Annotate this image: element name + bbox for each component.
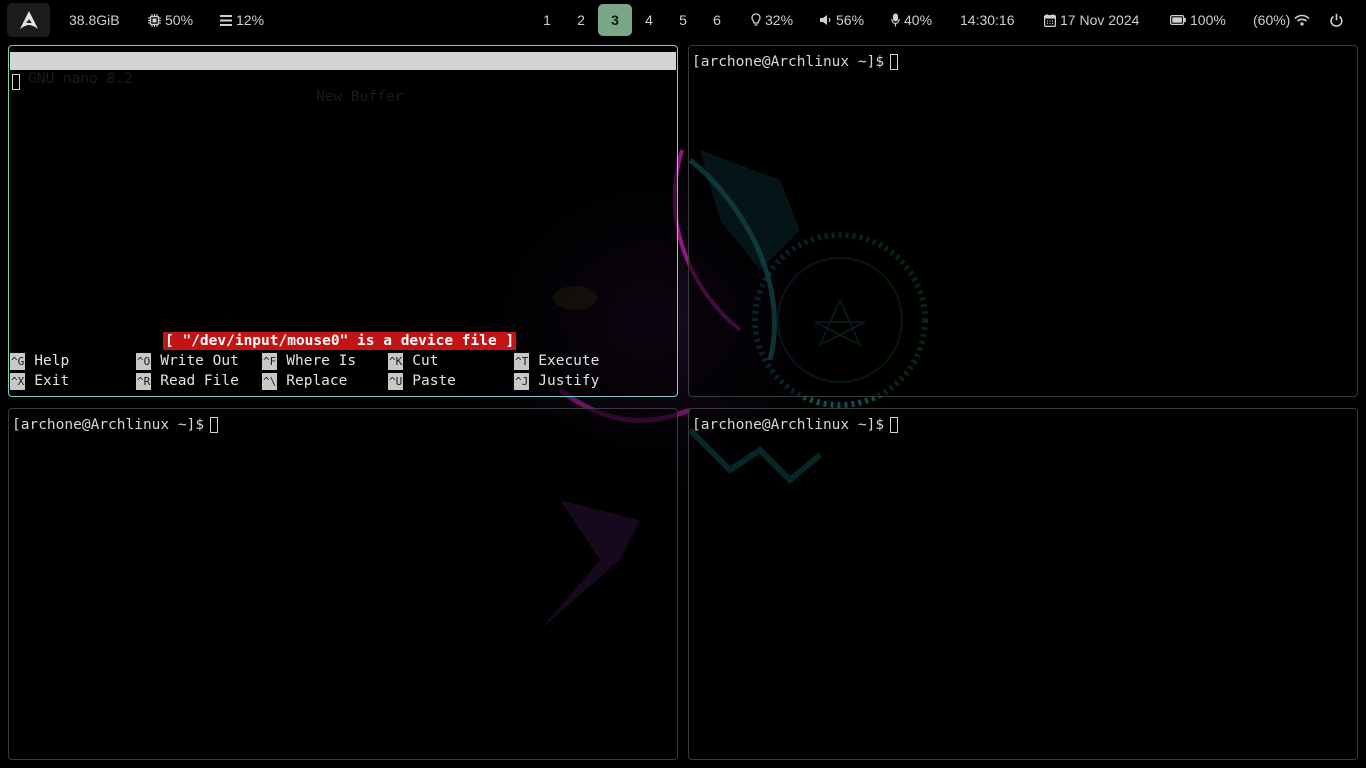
shortcut-key: ^R	[136, 372, 152, 390]
workspace-1[interactable]: 1	[530, 4, 564, 36]
disk-usage-value: 38.8GiB	[69, 12, 120, 28]
memory-usage: 12%	[220, 0, 264, 40]
volume-control[interactable]: 56%	[819, 0, 864, 40]
shell-prompt: [archone@Archlinux ~]$	[692, 417, 899, 433]
shortcut-key: ^X	[10, 372, 26, 390]
volume-value: 56%	[836, 12, 865, 28]
cpu-usage-value: 50%	[165, 12, 194, 28]
battery-value: 100%	[1190, 12, 1226, 28]
shortcut-key: ^U	[388, 372, 404, 390]
power-button[interactable]	[1329, 0, 1344, 40]
shortcut-justify: ^J Justify	[514, 372, 599, 390]
battery-status[interactable]: 100%	[1170, 0, 1226, 40]
top-bar: 38.8GiB 50% 12% 1 2 3 4 5 6 32% 56% 40% …	[0, 0, 1366, 40]
shortcut-execute: ^T Execute	[514, 352, 599, 370]
shortcut-key: ^J	[514, 372, 530, 390]
cpu-usage: 50%	[148, 0, 193, 40]
shortcut-label: Write Out	[160, 353, 239, 369]
bars-icon	[220, 14, 232, 26]
shortcut-paste: ^U Paste	[388, 372, 456, 390]
shortcut-label: Where Is	[286, 353, 357, 369]
shortcut-label: Justify	[538, 373, 600, 389]
terminal-pane-bottom-left[interactable]: [archone@Archlinux ~]$	[8, 408, 678, 760]
memory-usage-value: 12%	[236, 12, 265, 28]
text-cursor	[890, 54, 899, 70]
shortcut-key: ^O	[136, 352, 152, 370]
date-value: 17 Nov 2024	[1060, 12, 1140, 28]
shortcut-label: Replace	[286, 373, 348, 389]
shortcut-key: ^T	[514, 352, 530, 370]
nano-title-bar: GNU nano 8.2 New Buffer	[10, 52, 676, 105]
mic-control[interactable]: 40%	[891, 0, 932, 40]
clock[interactable]: 14:30:16	[960, 0, 1015, 40]
launcher-button[interactable]	[7, 3, 50, 37]
shortcut-key: ^\	[262, 372, 278, 390]
shortcut-label: Execute	[538, 353, 600, 369]
shortcut-label: Help	[34, 353, 70, 369]
nano-buffer-name: New Buffer	[316, 89, 404, 105]
shell-prompt: [archone@Archlinux ~]$	[12, 417, 219, 433]
workspace-2[interactable]: 2	[564, 4, 598, 36]
workspace-6[interactable]: 6	[700, 4, 734, 36]
workspace-4[interactable]: 4	[632, 4, 666, 36]
shortcut-write-out: ^O Write Out	[136, 352, 239, 370]
brightness-value: 32%	[765, 12, 794, 28]
bulb-icon	[751, 13, 761, 26]
text-cursor	[12, 74, 20, 90]
terminal-pane-nano[interactable]: GNU nano 8.2 New Buffer [ "/dev/input/mo…	[8, 45, 678, 397]
shell-prompt: [archone@Archlinux ~]$	[692, 54, 899, 70]
shortcut-label: Read File	[160, 373, 239, 389]
wifi-status[interactable]: (60%)	[1253, 0, 1310, 40]
shortcut-exit: ^X Exit	[10, 372, 69, 390]
brightness-control[interactable]: 32%	[751, 0, 793, 40]
prompt-text: [archone@Archlinux ~]$	[12, 417, 205, 433]
terminal-pane-bottom-right[interactable]: [archone@Archlinux ~]$	[688, 408, 1358, 760]
mic-value: 40%	[904, 12, 933, 28]
nano-status-message: [ "/dev/input/mouse0" is a device file ]	[163, 332, 517, 350]
clock-value: 14:30:16	[960, 12, 1015, 28]
disk-usage: 38.8GiB	[69, 0, 120, 40]
date-display[interactable]: 17 Nov 2024	[1044, 0, 1139, 40]
wifi-signal-value: (60%)	[1253, 12, 1291, 28]
shortcut-label: Exit	[34, 373, 70, 389]
shortcut-label: Paste	[412, 373, 456, 389]
calendar-icon	[1044, 13, 1056, 27]
shortcut-key: ^F	[262, 352, 278, 370]
shortcut-key: ^G	[10, 352, 26, 370]
text-cursor	[890, 417, 899, 433]
prompt-text: [archone@Archlinux ~]$	[692, 54, 885, 70]
arch-logo-icon	[19, 11, 38, 29]
shortcut-replace: ^\ Replace	[262, 372, 347, 390]
prompt-text: [archone@Archlinux ~]$	[692, 417, 885, 433]
nano-version: GNU nano 8.2	[28, 71, 133, 87]
speaker-icon	[820, 15, 831, 25]
microphone-icon	[891, 13, 900, 27]
workspace-3-active[interactable]: 3	[598, 4, 632, 36]
workspace-5[interactable]: 5	[666, 4, 700, 36]
wifi-icon	[1294, 14, 1310, 26]
battery-icon	[1170, 15, 1186, 25]
shortcut-read-file: ^R Read File	[136, 372, 239, 390]
shortcut-cut: ^K Cut	[388, 352, 438, 370]
shortcut-help: ^G Help	[10, 352, 69, 370]
power-icon	[1330, 13, 1343, 27]
shortcut-key: ^K	[388, 352, 404, 370]
chip-icon	[148, 13, 161, 27]
terminal-pane-top-right[interactable]: [archone@Archlinux ~]$	[688, 45, 1358, 397]
shortcut-label: Cut	[412, 353, 439, 369]
shortcut-where-is: ^F Where Is	[262, 352, 356, 370]
text-cursor	[210, 417, 219, 433]
